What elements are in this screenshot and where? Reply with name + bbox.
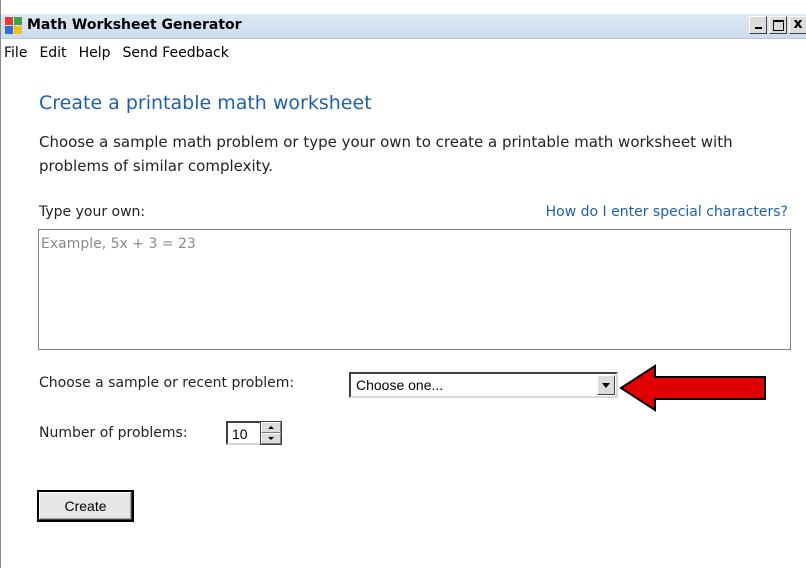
menu-send-feedback[interactable]: Send Feedback bbox=[122, 45, 228, 61]
problem-input[interactable] bbox=[38, 229, 791, 350]
type-your-own-label: Type your own: bbox=[39, 204, 146, 220]
menu-help[interactable]: Help bbox=[79, 45, 111, 61]
chevron-down-icon[interactable] bbox=[597, 375, 615, 395]
menu-edit[interactable]: Edit bbox=[39, 45, 66, 61]
title-bar[interactable]: Math Worksheet Generator x bbox=[1, 14, 806, 39]
app-window: Math Worksheet Generator x File Edit Hel… bbox=[0, 0, 806, 568]
sample-problem-dropdown[interactable]: Choose one... bbox=[349, 372, 618, 398]
number-of-problems-label: Number of problems: bbox=[39, 425, 188, 441]
window-title: Math Worksheet Generator bbox=[27, 17, 242, 33]
create-button[interactable]: Create bbox=[37, 490, 134, 522]
math-worksheet-app-icon bbox=[5, 17, 22, 34]
stepper-down-icon[interactable] bbox=[261, 433, 281, 444]
maximize-button[interactable] bbox=[769, 16, 787, 34]
sample-problem-selected: Choose one... bbox=[356, 377, 444, 393]
special-characters-help-link[interactable]: How do I enter special characters? bbox=[546, 204, 788, 220]
page-heading: Create a printable math worksheet bbox=[39, 92, 372, 114]
red-arrow-icon bbox=[619, 364, 766, 412]
sample-problem-label: Choose a sample or recent problem: bbox=[39, 375, 295, 391]
menu-bar: File Edit Help Send Feedback bbox=[1, 40, 806, 66]
number-of-problems-value[interactable]: 10 bbox=[226, 421, 262, 445]
stepper-up-icon[interactable] bbox=[261, 422, 281, 433]
close-button[interactable]: x bbox=[789, 16, 806, 34]
menu-file[interactable]: File bbox=[4, 45, 27, 61]
number-of-problems-stepper[interactable]: 10 bbox=[226, 421, 286, 447]
minimize-button[interactable] bbox=[749, 16, 767, 34]
page-description: Choose a sample math problem or type you… bbox=[39, 133, 733, 175]
window-controls: x bbox=[749, 16, 806, 36]
stepper-buttons bbox=[260, 421, 282, 445]
